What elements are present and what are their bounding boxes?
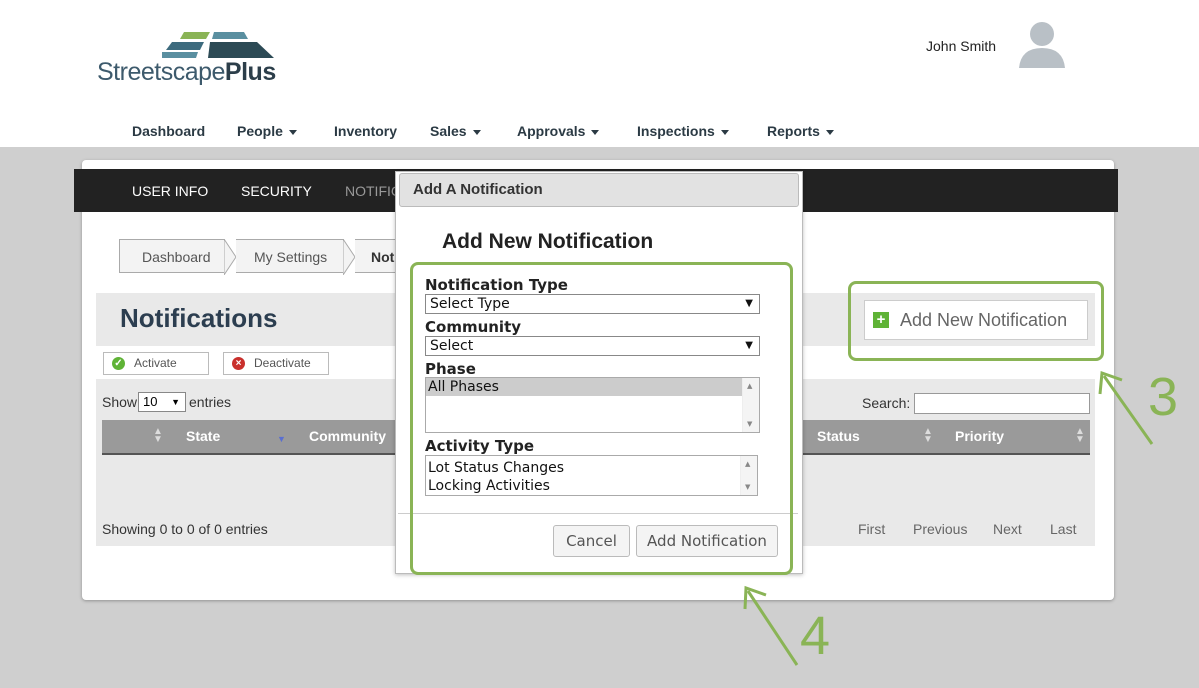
entries-label: entries bbox=[189, 394, 232, 410]
sort-icon[interactable]: ▲ ▼ bbox=[1075, 427, 1085, 445]
tab-notifications[interactable]: NOTIFIC bbox=[345, 183, 401, 199]
chevron-down-icon bbox=[472, 129, 481, 135]
arrow-icon bbox=[743, 585, 799, 666]
page-title: Notifications bbox=[120, 303, 278, 333]
dialog-header-title: Add A Notification bbox=[413, 181, 543, 198]
show-label: Show bbox=[102, 394, 138, 410]
nav-people[interactable]: People bbox=[237, 123, 297, 139]
nav-approvals[interactable]: Approvals bbox=[517, 123, 600, 139]
chevron-down-icon bbox=[288, 129, 297, 135]
column-state[interactable]: State bbox=[186, 428, 220, 444]
tab-user-info[interactable]: USER INFO bbox=[132, 183, 208, 199]
deactivate-button[interactable]: × Deactivate bbox=[223, 352, 329, 375]
step-4-label: 4 bbox=[800, 606, 831, 666]
sort-icon[interactable]: ▲ ▼ bbox=[153, 427, 163, 445]
breadcrumb-dashboard[interactable]: Dashboard bbox=[119, 239, 225, 273]
dialog-title: Add New Notification bbox=[442, 230, 654, 253]
column-priority[interactable]: Priority bbox=[955, 428, 1004, 444]
search-label: Search: bbox=[862, 395, 911, 411]
sort-desc-icon[interactable]: ▼ bbox=[277, 434, 286, 444]
highlight-box-step-3 bbox=[848, 281, 1104, 361]
streetscape-logo-mark bbox=[162, 32, 274, 58]
search-input[interactable] bbox=[914, 393, 1090, 414]
pager-next[interactable]: Next bbox=[993, 521, 1022, 537]
nav-sales[interactable]: Sales bbox=[430, 123, 481, 139]
chevron-down-icon bbox=[720, 129, 729, 135]
column-community[interactable]: Community bbox=[309, 428, 386, 444]
user-name[interactable]: John Smith bbox=[926, 38, 996, 54]
brand-name-bold: Plus bbox=[224, 58, 276, 86]
pager-first[interactable]: First bbox=[858, 521, 885, 537]
nav-dashboard[interactable]: Dashboard bbox=[132, 123, 205, 139]
sort-icon[interactable]: ▲ ▼ bbox=[923, 427, 933, 445]
check-icon: ✓ bbox=[112, 357, 125, 370]
avatar-icon[interactable] bbox=[1017, 18, 1067, 70]
nav-inventory[interactable]: Inventory bbox=[334, 123, 397, 139]
close-icon: × bbox=[232, 357, 245, 370]
chevron-down-icon bbox=[591, 129, 600, 135]
nav-inspections[interactable]: Inspections bbox=[637, 123, 729, 139]
pager-previous[interactable]: Previous bbox=[913, 521, 967, 537]
column-status[interactable]: Status bbox=[817, 428, 860, 444]
entries-select[interactable]: 10 ▼ bbox=[138, 392, 186, 412]
activate-button[interactable]: ✓ Activate bbox=[103, 352, 209, 375]
brand-logo[interactable]: StreetscapePlus bbox=[97, 58, 276, 87]
breadcrumb-my-settings[interactable]: My Settings bbox=[236, 239, 344, 273]
nav-reports[interactable]: Reports bbox=[767, 123, 834, 139]
brand-name-light: Streetscape bbox=[97, 58, 225, 86]
tab-security[interactable]: SECURITY bbox=[241, 183, 312, 199]
table-info: Showing 0 to 0 of 0 entries bbox=[102, 521, 268, 537]
chevron-down-icon bbox=[825, 129, 834, 135]
arrow-icon bbox=[1098, 370, 1154, 445]
pager-last[interactable]: Last bbox=[1050, 521, 1076, 537]
breadcrumb-notifications: Not bbox=[355, 239, 397, 273]
step-3-label: 3 bbox=[1148, 367, 1179, 427]
highlight-box-step-4 bbox=[410, 262, 793, 575]
app-header: StreetscapePlus John Smith Dashboard Peo… bbox=[0, 0, 1199, 147]
